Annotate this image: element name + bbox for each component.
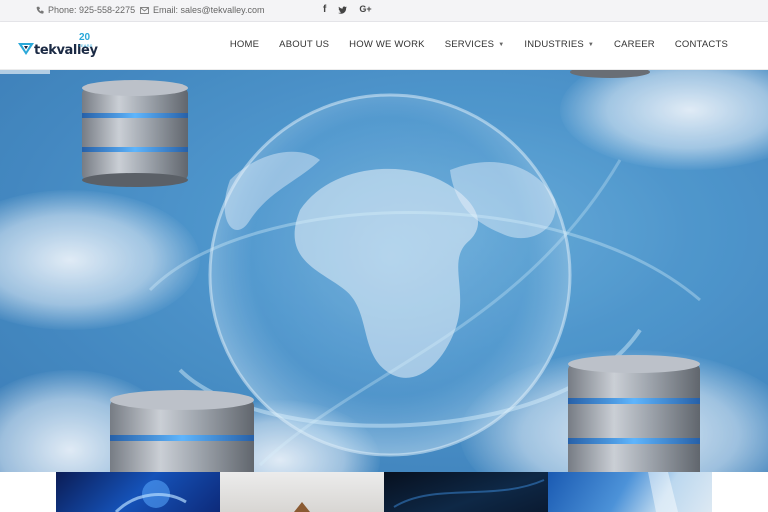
chevron-down-icon: ▼ [498, 41, 505, 48]
primary-menu: HOME ABOUT US HOW WE WORK SERVICES ▼ INDU… [230, 39, 728, 50]
slider-indicator[interactable] [0, 70, 50, 74]
feature-tile-network-image[interactable] [384, 472, 548, 512]
nav-career-label: CAREER [614, 39, 655, 50]
phone-contact[interactable]: Phone: 925-558-2275 [36, 5, 135, 15]
robot-hand-graphic [114, 480, 187, 512]
email-contact[interactable]: Email: sales@tekvalley.com [140, 5, 265, 15]
nav-home[interactable]: HOME [230, 39, 259, 50]
logo-anniversary-number: 20 [79, 32, 91, 43]
logo-anniversary-text: YEARS [78, 43, 93, 48]
feature-tiles [56, 472, 712, 512]
hero-banner-image [0, 70, 768, 472]
logo-v-icon [18, 42, 34, 61]
google-plus-icon[interactable]: G+ [359, 4, 371, 15]
twitter-icon[interactable] [338, 4, 348, 15]
nav-how-we-work[interactable]: HOW WE WORK [349, 39, 425, 50]
nav-about-us[interactable]: ABOUT US [279, 39, 329, 50]
site-logo[interactable]: tekvalley 20 YEARS [18, 32, 98, 62]
building-graphic [648, 472, 678, 512]
facebook-icon[interactable]: f [323, 4, 326, 15]
nav-career[interactable]: CAREER [614, 39, 655, 50]
nav-contacts[interactable]: CONTACTS [675, 39, 728, 50]
feature-tile-cloud-image[interactable] [548, 472, 712, 512]
nav-services-label: SERVICES [444, 39, 495, 50]
email-text: Email: sales@tekvalley.com [153, 5, 265, 15]
main-navbar: tekvalley 20 YEARS HOME ABOUT US HOW WE … [0, 22, 768, 70]
phone-text: Phone: 925-558-2275 [48, 5, 136, 15]
nav-industries[interactable]: INDUSTRIES ▼ [524, 39, 594, 50]
nav-industries-label: INDUSTRIES [524, 39, 584, 50]
lamp-graphic [294, 502, 310, 512]
phone-icon [36, 6, 44, 14]
chevron-down-icon: ▼ [587, 41, 595, 48]
nav-about-us-label: ABOUT US [279, 39, 330, 50]
nav-how-we-work-label: HOW WE WORK [349, 39, 425, 50]
feature-tile-office-image[interactable] [220, 472, 384, 512]
social-links: f G+ [323, 4, 372, 15]
envelope-icon [140, 6, 149, 14]
network-graphic [393, 479, 545, 508]
nav-contacts-label: CONTACTS [674, 39, 728, 50]
hero-overlay [0, 70, 768, 472]
nav-services[interactable]: SERVICES ▼ [445, 39, 505, 50]
nav-home-label: HOME [229, 39, 260, 50]
top-info-bar: Phone: 925-558-2275 Email: sales@tekvall… [0, 0, 768, 22]
feature-tile-ai-image[interactable] [56, 472, 220, 512]
